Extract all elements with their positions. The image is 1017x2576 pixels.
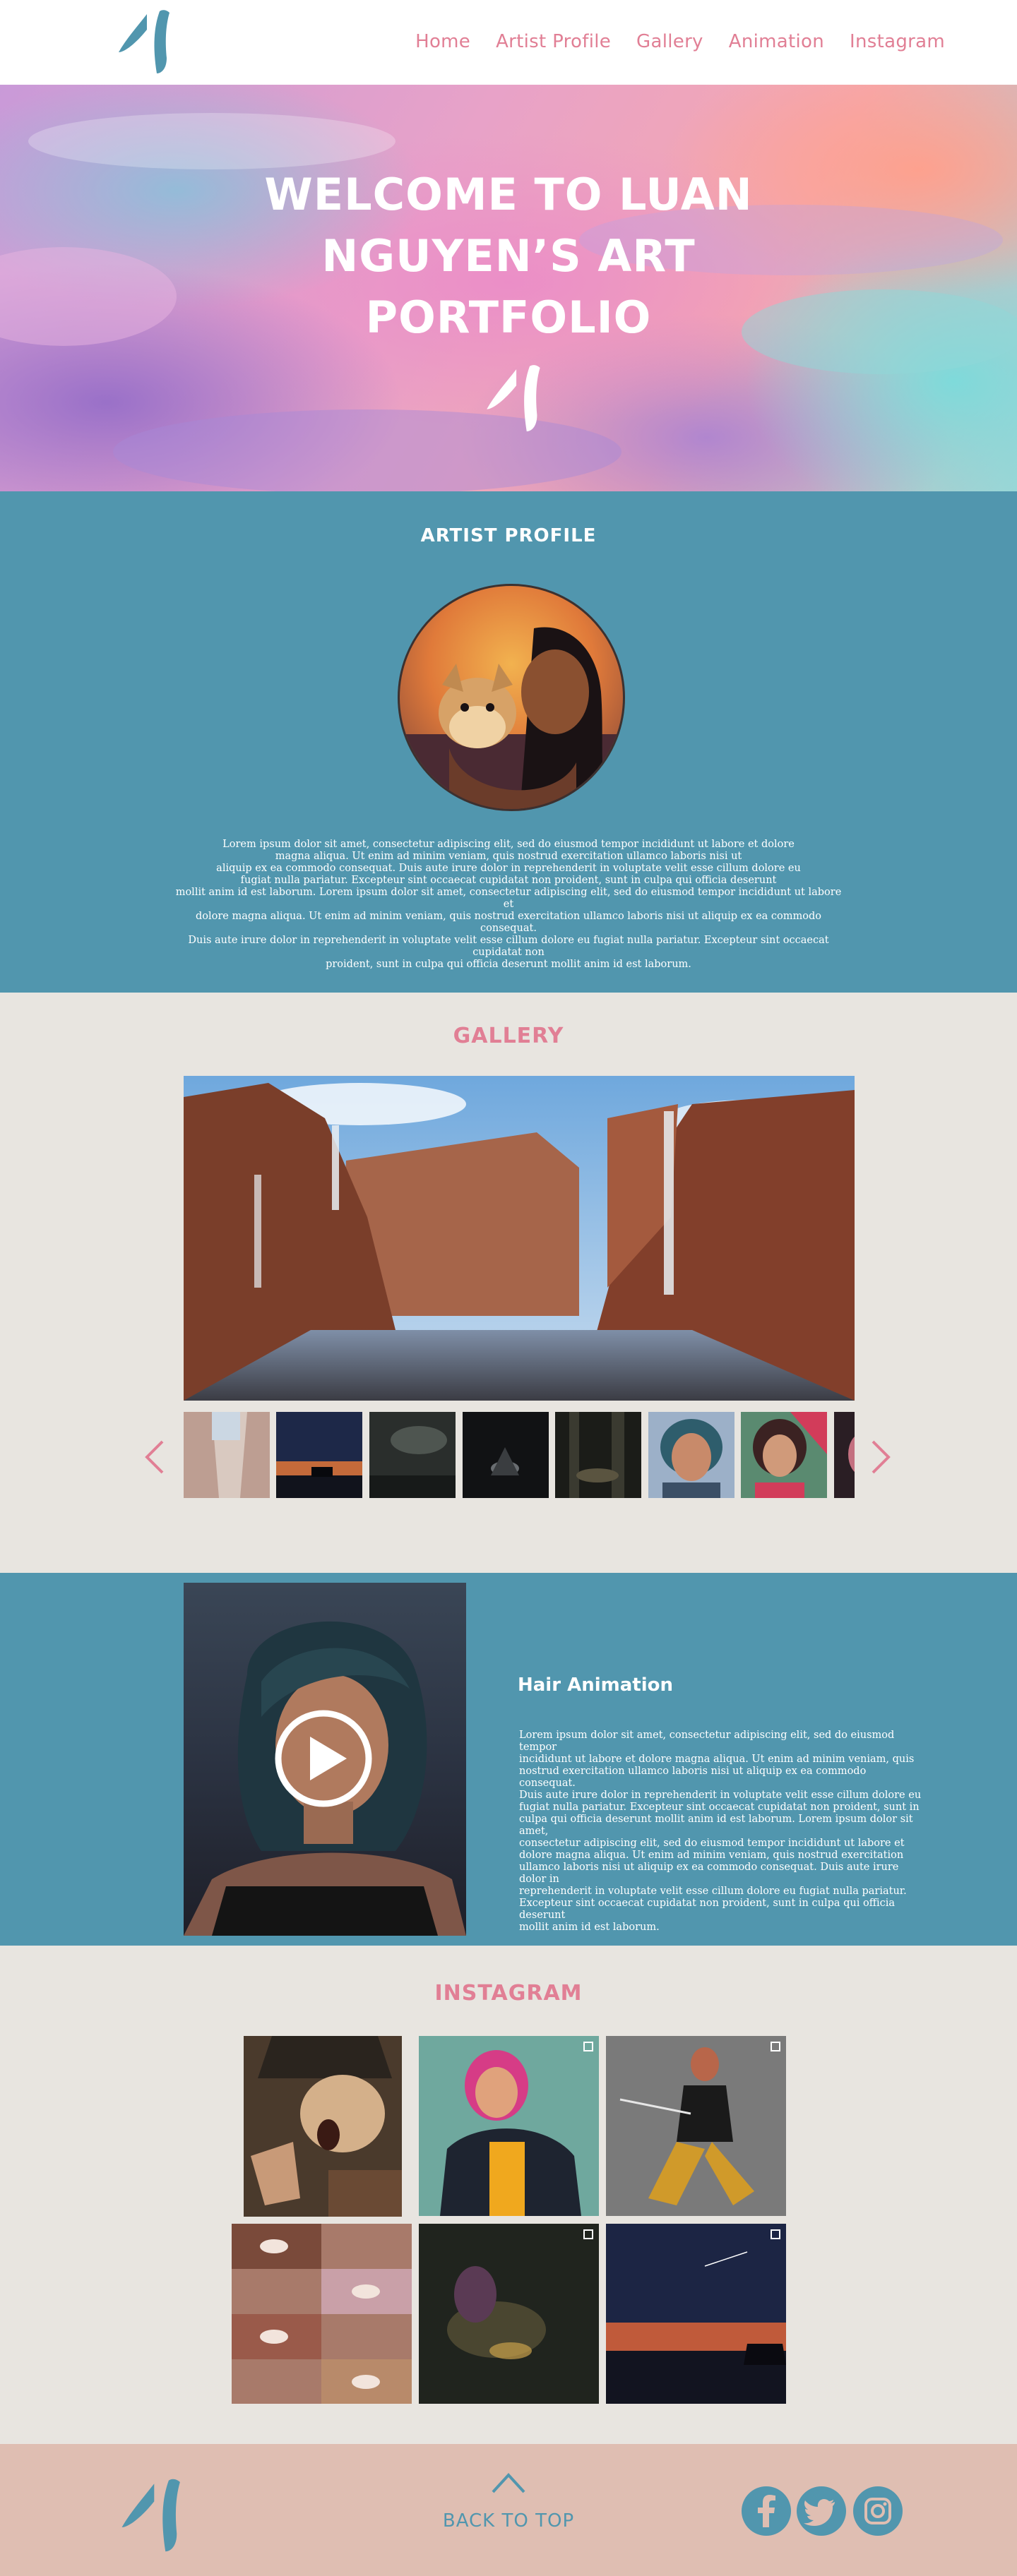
gallery-thumbnail[interactable] xyxy=(369,1412,456,1498)
artist-bio: Lorem ipsum dolor sit amet, consectetur … xyxy=(173,839,844,971)
description-line: ullamco laboris nisi ut aliquip ex ea co… xyxy=(519,1862,899,1885)
instagram-post[interactable] xyxy=(606,2224,786,2404)
artist-profile-section: ARTIST PROFILE Lorem ipsum dolor sit ame… xyxy=(0,491,1017,993)
play-icon[interactable] xyxy=(273,1708,374,1809)
hero-title-line: NGUYEN’S ART xyxy=(321,230,696,282)
instagram-post[interactable] xyxy=(419,2036,599,2216)
multiple-images-icon xyxy=(771,2229,780,2239)
nav-gallery[interactable]: Gallery xyxy=(636,31,703,52)
description-line: Lorem ipsum dolor sit amet, consectetur … xyxy=(519,1730,895,1753)
back-to-top-button[interactable]: BACK TO TOP xyxy=(396,2471,622,2534)
footer-logo[interactable] xyxy=(119,2474,186,2558)
instagram-post[interactable] xyxy=(232,2224,412,2404)
nav-artist-profile[interactable]: Artist Profile xyxy=(496,31,611,52)
hero-banner: WELCOME TO LUAN NGUYEN’S ART PORTFOLIO xyxy=(0,85,1017,491)
multiple-images-icon xyxy=(583,2229,593,2239)
animation-title: Hair Animation xyxy=(518,1675,673,1696)
description-line: dolore magna aliqua. Ut enim ad minim ve… xyxy=(519,1850,904,1861)
back-to-top-label: BACK TO TOP xyxy=(442,2510,575,2532)
nav-animation[interactable]: Animation xyxy=(729,31,824,52)
description-line: reprehenderit in voluptate velit esse ci… xyxy=(519,1886,907,1897)
instagram-post[interactable] xyxy=(606,2036,786,2216)
instagram-post[interactable] xyxy=(244,2036,402,2217)
gallery-main-image[interactable] xyxy=(184,1076,855,1401)
bio-line: Lorem ipsum dolor sit amet, consectetur … xyxy=(222,839,795,850)
section-heading: ARTIST PROFILE xyxy=(420,525,597,546)
facebook-link[interactable] xyxy=(742,2486,791,2536)
site-logo[interactable] xyxy=(116,8,175,76)
description-line: culpa qui officia deserunt mollit anim i… xyxy=(519,1814,913,1837)
twitter-icon xyxy=(804,2499,835,2526)
twitter-link[interactable] xyxy=(797,2486,846,2536)
instagram-section: INSTAGRAM xyxy=(0,1946,1017,2444)
bio-line: proident, sunt in culpa qui officia dese… xyxy=(326,959,691,970)
gallery-section: GALLERY xyxy=(0,993,1017,1573)
section-heading: INSTAGRAM xyxy=(434,1981,583,2006)
gallery-thumbnail[interactable] xyxy=(555,1412,641,1498)
gallery-thumbnail-strip xyxy=(184,1412,855,1498)
hero-title: WELCOME TO LUAN NGUYEN’S ART PORTFOLIO xyxy=(0,164,1017,348)
gallery-thumbnail[interactable] xyxy=(648,1412,734,1498)
section-heading: GALLERY xyxy=(453,1024,564,1048)
chevron-right-icon xyxy=(872,1440,891,1474)
nav-home[interactable]: Home xyxy=(415,31,470,52)
chevron-up-icon xyxy=(492,2473,525,2493)
artist-avatar xyxy=(398,584,625,811)
multiple-images-icon xyxy=(583,2042,593,2051)
gallery-thumbnail[interactable] xyxy=(463,1412,549,1498)
bio-line: dolore magna aliqua. Ut enim ad minim ve… xyxy=(196,911,821,934)
gallery-thumbnail[interactable] xyxy=(276,1412,362,1498)
bio-line: fugiat nulla pariatur. Excepteur sint oc… xyxy=(240,875,777,886)
description-line: nostrud exercitation ullamco laboris nis… xyxy=(519,1766,867,1789)
gallery-thumbnail[interactable] xyxy=(184,1412,270,1498)
multiple-images-icon xyxy=(771,2042,780,2051)
hero-title-line: WELCOME TO LUAN xyxy=(264,169,753,220)
description-line: incididunt ut labore et dolore magna ali… xyxy=(519,1754,915,1765)
instagram-link[interactable] xyxy=(853,2486,903,2536)
bio-line: mollit anim id est laborum. Lorem ipsum … xyxy=(175,887,842,910)
facebook-icon xyxy=(758,2495,775,2527)
gallery-next-button[interactable] xyxy=(869,1439,893,1475)
gallery-prev-button[interactable] xyxy=(143,1439,167,1475)
animation-description: Lorem ipsum dolor sit amet, consectetur … xyxy=(519,1730,925,1934)
chevron-left-icon xyxy=(145,1440,164,1474)
bio-line: Duis aute irure dolor in reprehenderit i… xyxy=(188,935,829,958)
main-nav: Home Artist Profile Gallery Animation In… xyxy=(415,31,945,52)
description-line: fugiat nulla pariatur. Excepteur sint oc… xyxy=(519,1802,920,1813)
hero-title-line: PORTFOLIO xyxy=(365,292,652,343)
bio-line: aliquip ex ea commodo consequat. Duis au… xyxy=(216,863,801,874)
nav-instagram[interactable]: Instagram xyxy=(850,31,945,52)
instagram-post[interactable] xyxy=(419,2224,599,2404)
description-line: Excepteur sint occaecat cupidatat non pr… xyxy=(519,1898,896,1921)
description-line: Duis aute irure dolor in reprehenderit i… xyxy=(519,1790,922,1801)
hero-logo xyxy=(487,365,540,432)
description-line: consectetur adipiscing elit, sed do eius… xyxy=(519,1838,905,1849)
description-line: mollit anim id est laborum. xyxy=(519,1922,660,1933)
animation-section: Hair Animation Lorem ipsum dolor sit ame… xyxy=(0,1573,1017,1946)
hair-animation-video[interactable] xyxy=(184,1583,466,1936)
bio-line: magna aliqua. Ut enim ad minim veniam, q… xyxy=(275,851,742,862)
instagram-icon xyxy=(864,2498,891,2524)
site-header: Home Artist Profile Gallery Animation In… xyxy=(0,0,1017,85)
gallery-thumbnail[interactable] xyxy=(741,1412,827,1498)
gallery-thumbnail[interactable] xyxy=(834,1412,855,1498)
site-footer: BACK TO TOP xyxy=(0,2444,1017,2576)
